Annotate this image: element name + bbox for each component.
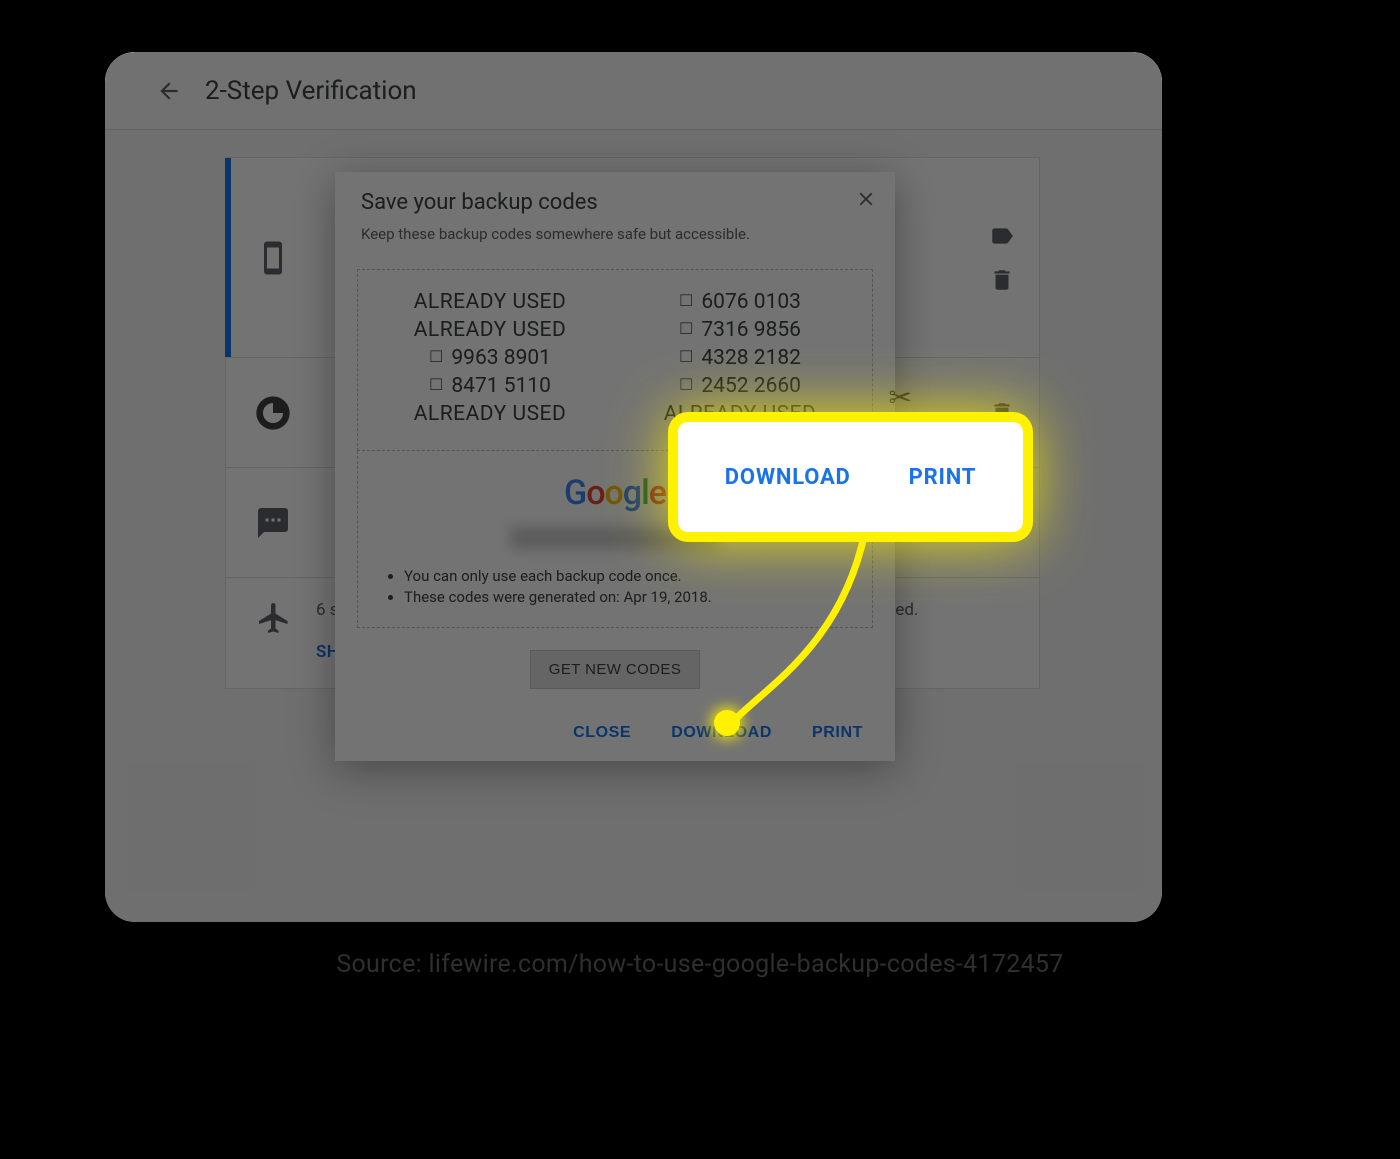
backup-code: ☐4328 2182: [620, 344, 860, 372]
checkbox-icon: ☐: [429, 375, 443, 394]
authenticator-icon: [252, 392, 294, 434]
active-indicator: [225, 158, 231, 357]
backup-code: ALREADY USED: [370, 288, 610, 316]
callout-leader-dot: [714, 710, 740, 736]
codes-notes: You can only use each backup code once. …: [380, 567, 850, 606]
page-header: 2-Step Verification: [105, 52, 1162, 130]
trash-icon[interactable]: [989, 267, 1015, 293]
back-button[interactable]: [155, 77, 183, 105]
backup-code: ☐8471 5110: [370, 372, 610, 400]
backup-code: ☐9963 8901: [370, 344, 610, 372]
dialog-close-button[interactable]: CLOSE: [567, 723, 637, 743]
close-icon: [855, 188, 877, 210]
arrow-left-icon: [156, 78, 182, 104]
checkbox-icon: ☐: [679, 291, 693, 310]
dialog-print-button[interactable]: PRINT: [806, 723, 869, 743]
backup-code: ☐2452 2660: [620, 372, 860, 400]
label-icon: [989, 223, 1015, 249]
dialog-title: Save your backup codes: [361, 190, 869, 215]
codes-note: You can only use each backup code once.: [404, 567, 850, 585]
checkbox-icon: ☐: [679, 375, 693, 394]
phone-icon: [252, 237, 294, 279]
dialog-actions: CLOSE DOWNLOAD PRINT: [335, 689, 895, 753]
callout-print: PRINT: [909, 465, 977, 490]
checkbox-icon: ☐: [679, 319, 693, 338]
codes-note: These codes were generated on: Apr 19, 2…: [404, 588, 850, 606]
backup-code: ALREADY USED: [370, 400, 610, 428]
callout-download: DOWNLOAD: [725, 465, 851, 490]
backup-code: ☐7316 9856: [620, 316, 860, 344]
dialog-subtitle: Keep these backup codes somewhere safe b…: [361, 225, 869, 243]
backup-code: ALREADY USED: [370, 316, 610, 344]
close-button[interactable]: [855, 188, 877, 210]
get-new-codes-button[interactable]: GET NEW CODES: [530, 650, 700, 689]
highlight-callout: DOWNLOAD PRINT: [678, 422, 1023, 532]
checkbox-icon: ☐: [679, 347, 693, 366]
backup-code: ☐6076 0103: [620, 288, 860, 316]
message-icon: [252, 502, 294, 544]
scissors-icon: ✂: [889, 381, 912, 414]
source-caption: Source: lifewire.com/how-to-use-google-b…: [0, 950, 1400, 979]
checkbox-icon: ☐: [429, 347, 443, 366]
page-title: 2-Step Verification: [205, 76, 417, 106]
airplane-icon: [256, 600, 292, 636]
